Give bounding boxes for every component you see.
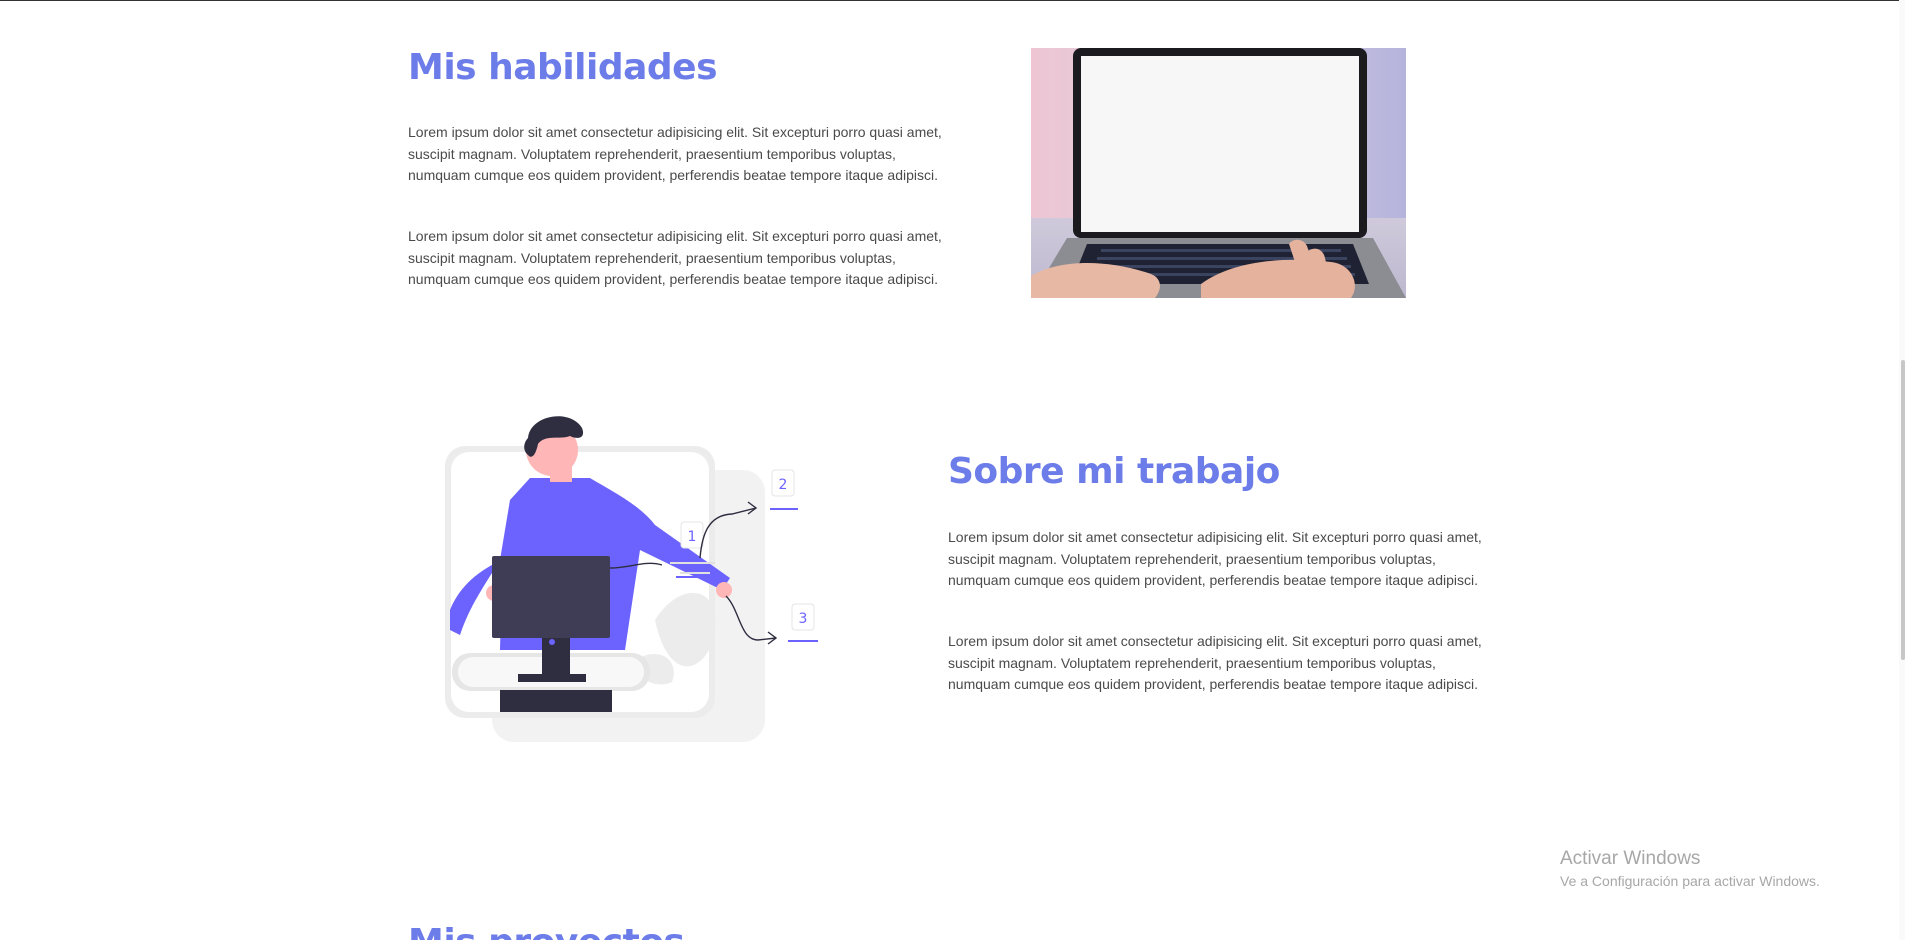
step-label-1: 1 bbox=[688, 529, 697, 545]
watermark-subtitle: Ve a Configuración para activar Windows. bbox=[1560, 873, 1820, 889]
work-illustration: 1 2 3 bbox=[440, 410, 820, 745]
scrollbar-thumb[interactable] bbox=[1901, 360, 1905, 660]
skills-paragraph-2: Lorem ipsum dolor sit amet consectetur a… bbox=[408, 228, 942, 287]
projects-title: Mis proyectos bbox=[408, 922, 685, 940]
next-section-clip: Mis proyectos bbox=[408, 922, 708, 940]
skills-title: Mis habilidades bbox=[408, 47, 718, 88]
top-border bbox=[0, 0, 1905, 1]
laptop-photo bbox=[1031, 48, 1406, 298]
step-label-3: 3 bbox=[799, 611, 808, 627]
watermark-title: Activar Windows bbox=[1560, 848, 1701, 869]
windows-activation-watermark: Activar Windows Ve a Configuración para … bbox=[1560, 847, 1820, 891]
work-title: Sobre mi trabajo bbox=[948, 451, 1280, 492]
skills-paragraph-1: Lorem ipsum dolor sit amet consectetur a… bbox=[408, 124, 942, 183]
work-paragraph-2: Lorem ipsum dolor sit amet consectetur a… bbox=[948, 633, 1482, 692]
step-label-2: 2 bbox=[779, 477, 788, 493]
work-paragraph-1: Lorem ipsum dolor sit amet consectetur a… bbox=[948, 529, 1482, 588]
